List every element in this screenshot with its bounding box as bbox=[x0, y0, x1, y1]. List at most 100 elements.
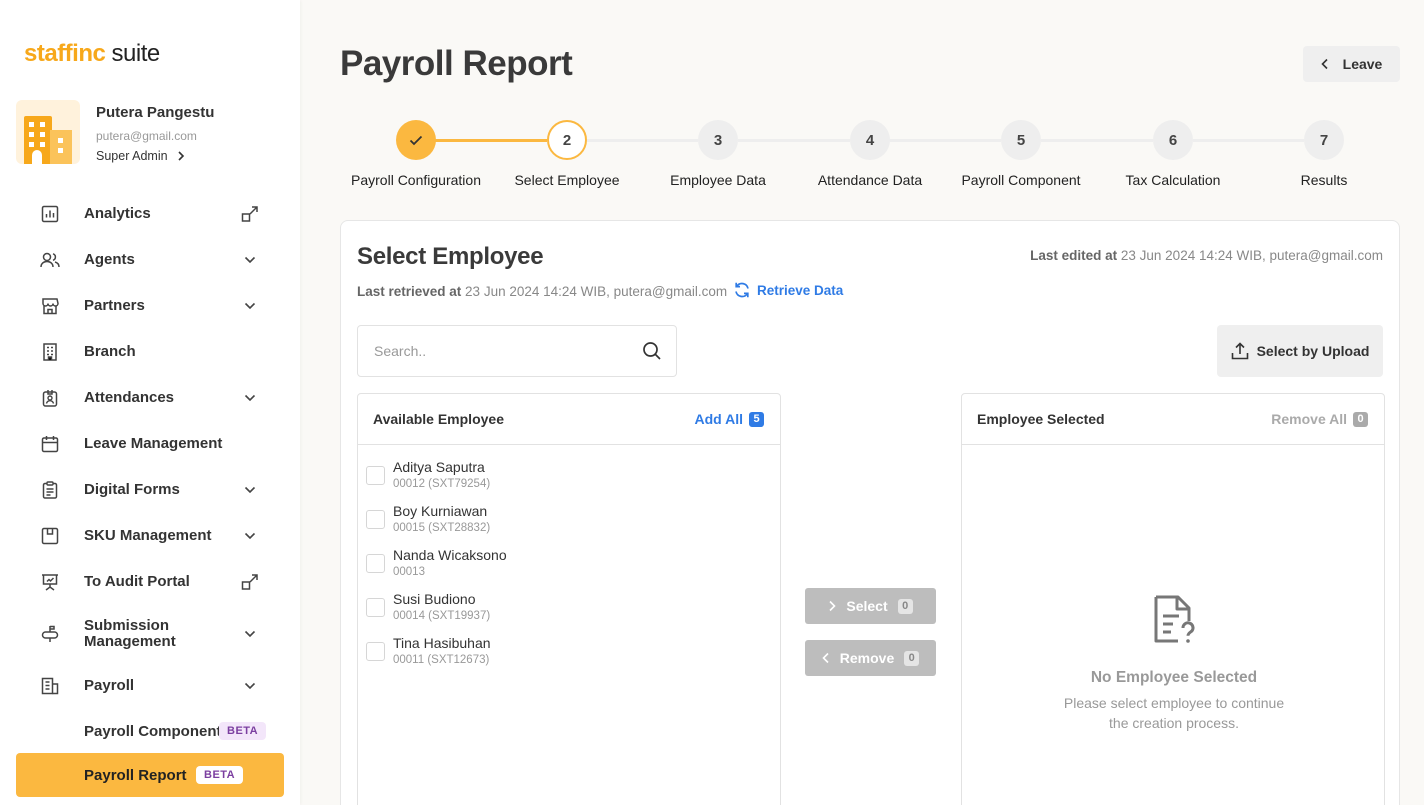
step-circle: 3 bbox=[698, 120, 738, 160]
external-link-icon bbox=[240, 572, 260, 592]
step-select-employee[interactable]: 2 Select Employee bbox=[487, 120, 647, 188]
sidebar-item-to-audit-portal[interactable]: To Audit Portal bbox=[0, 559, 300, 605]
chevron-down-icon bbox=[240, 624, 260, 644]
list-item: Tina Hasibuhan 00011 (SXT12673) bbox=[358, 629, 780, 673]
list-item: Nanda Wicaksono 00013 bbox=[358, 541, 780, 585]
check-icon bbox=[409, 135, 423, 145]
presentation-icon bbox=[40, 572, 60, 592]
calendar-icon bbox=[40, 434, 60, 454]
step-circle: 2 bbox=[547, 120, 587, 160]
document-question-icon bbox=[1154, 595, 1195, 643]
step-circle: 6 bbox=[1153, 120, 1193, 160]
chevron-down-icon bbox=[240, 388, 260, 408]
chevron-down-icon bbox=[240, 526, 260, 546]
employee-name: Susi Budiono bbox=[393, 591, 476, 607]
chevron-left-icon bbox=[1321, 58, 1328, 70]
clipboard-icon bbox=[40, 480, 60, 500]
list-item: Boy Kurniawan 00015 (SXT28832) bbox=[358, 497, 780, 541]
sidebar-item-branch[interactable]: Branch bbox=[0, 329, 300, 375]
step-attendance-data[interactable]: 4 Attendance Data bbox=[790, 120, 950, 188]
profile-role[interactable]: Super Admin bbox=[96, 149, 214, 163]
store-icon bbox=[40, 296, 60, 316]
avatar bbox=[16, 100, 80, 164]
chevron-down-icon bbox=[240, 250, 260, 270]
leave-button[interactable]: Leave bbox=[1303, 46, 1400, 82]
building-icon bbox=[40, 342, 60, 362]
step-results[interactable]: 7 Results bbox=[1244, 120, 1404, 188]
add-all-button[interactable]: Add All 5 bbox=[695, 411, 764, 427]
employee-code: 00013 bbox=[393, 566, 425, 578]
select-button[interactable]: Select 0 bbox=[805, 588, 936, 624]
count-badge: 0 bbox=[897, 598, 913, 614]
sidebar-item-submission-management[interactable]: Submission Management bbox=[0, 605, 300, 663]
employee-name: Nanda Wicaksono bbox=[393, 547, 507, 563]
step-payroll-configuration[interactable]: Payroll Configuration bbox=[336, 120, 496, 188]
chevron-down-icon bbox=[240, 676, 260, 696]
bar-chart-icon bbox=[40, 204, 60, 224]
sidebar-item-agents[interactable]: Agents bbox=[0, 237, 300, 283]
sidebar-item-sku-management[interactable]: SKU Management bbox=[0, 513, 300, 559]
sidebar-item-digital-forms[interactable]: Digital Forms bbox=[0, 467, 300, 513]
step-circle bbox=[396, 120, 436, 160]
step-employee-data[interactable]: 3 Employee Data bbox=[638, 120, 798, 188]
select-by-upload-button[interactable]: Select by Upload bbox=[1217, 325, 1383, 377]
search-box bbox=[357, 325, 677, 377]
sidebar-nav: Analytics Agents Partners Branch Attenda… bbox=[0, 191, 300, 797]
refresh-icon bbox=[735, 282, 749, 298]
sidebar: staffinc suite Putera Pangestu putera@gm… bbox=[0, 0, 300, 805]
employee-code: 00015 (SXT28832) bbox=[393, 522, 491, 534]
step-circle: 7 bbox=[1304, 120, 1344, 160]
card-title: Select Employee bbox=[357, 243, 544, 270]
employee-checkbox[interactable] bbox=[366, 466, 385, 485]
employee-name: Boy Kurniawan bbox=[393, 503, 488, 519]
retrieve-data-button[interactable]: Retrieve Data bbox=[733, 281, 843, 299]
search-icon[interactable] bbox=[642, 341, 662, 361]
list-item: Susi Budiono 00014 (SXT19937) bbox=[358, 585, 780, 629]
progress-stepper: Payroll Configuration 2 Select Employee … bbox=[340, 120, 1400, 190]
chevron-down-icon bbox=[240, 296, 260, 316]
employee-checkbox[interactable] bbox=[366, 554, 385, 573]
employee-name: Aditya Saputra bbox=[393, 459, 485, 475]
sidebar-item-partners[interactable]: Partners bbox=[0, 283, 300, 329]
sidebar-item-leave-management[interactable]: Leave Management bbox=[0, 421, 300, 467]
external-link-icon bbox=[240, 204, 260, 224]
upload-icon bbox=[1231, 342, 1248, 360]
last-edited-info: Last edited at 23 Jun 2024 14:24 WIB, pu… bbox=[1030, 248, 1383, 263]
beta-badge: BETA bbox=[219, 722, 267, 740]
sidebar-item-payroll-component[interactable]: Payroll Component BETA bbox=[0, 709, 300, 753]
brand-logo[interactable]: staffinc suite bbox=[24, 40, 160, 68]
select-employee-card: Select Employee Last edited at 23 Jun 20… bbox=[340, 220, 1400, 805]
payroll-building-icon bbox=[40, 676, 60, 696]
sidebar-item-analytics[interactable]: Analytics bbox=[0, 191, 300, 237]
chevron-down-icon bbox=[240, 480, 260, 500]
employee-checkbox[interactable] bbox=[366, 598, 385, 617]
last-retrieved-info: Last retrieved at 23 Jun 2024 14:24 WIB,… bbox=[357, 284, 728, 299]
page-title: Payroll Report bbox=[340, 44, 573, 83]
sidebar-item-payroll-report[interactable]: Payroll Report BETA bbox=[16, 753, 284, 797]
users-icon bbox=[40, 250, 60, 270]
employee-code: 00012 (SXT79254) bbox=[393, 478, 491, 490]
employee-code: 00011 (SXT12673) bbox=[393, 654, 490, 666]
panel-title: Employee Selected bbox=[977, 411, 1105, 427]
sidebar-item-payroll[interactable]: Payroll bbox=[0, 663, 300, 709]
step-tax-calculation[interactable]: 6 Tax Calculation bbox=[1093, 120, 1253, 188]
id-badge-icon bbox=[40, 388, 60, 408]
profile-email: putera@gmail.com bbox=[96, 129, 197, 143]
remove-button[interactable]: Remove 0 bbox=[805, 640, 936, 676]
employee-selected-panel: Employee Selected Remove All 0 No Employe… bbox=[961, 393, 1385, 805]
employee-checkbox[interactable] bbox=[366, 642, 385, 661]
employee-name: Tina Hasibuhan bbox=[393, 635, 491, 651]
user-profile[interactable]: Putera Pangestu putera@gmail.com Super A… bbox=[16, 100, 214, 164]
count-badge: 0 bbox=[1353, 411, 1368, 427]
mailbox-icon bbox=[40, 624, 60, 644]
sidebar-item-attendances[interactable]: Attendances bbox=[0, 375, 300, 421]
employee-checkbox[interactable] bbox=[366, 510, 385, 529]
list-item: Aditya Saputra 00012 (SXT79254) bbox=[358, 453, 780, 497]
step-payroll-component[interactable]: 5 Payroll Component bbox=[941, 120, 1101, 188]
search-input[interactable] bbox=[374, 343, 642, 359]
box-icon bbox=[40, 526, 60, 546]
step-circle: 5 bbox=[1001, 120, 1041, 160]
empty-state: No Employee Selected Please select emplo… bbox=[962, 594, 1386, 733]
beta-badge: BETA bbox=[196, 766, 244, 784]
remove-all-button[interactable]: Remove All 0 bbox=[1271, 411, 1368, 427]
